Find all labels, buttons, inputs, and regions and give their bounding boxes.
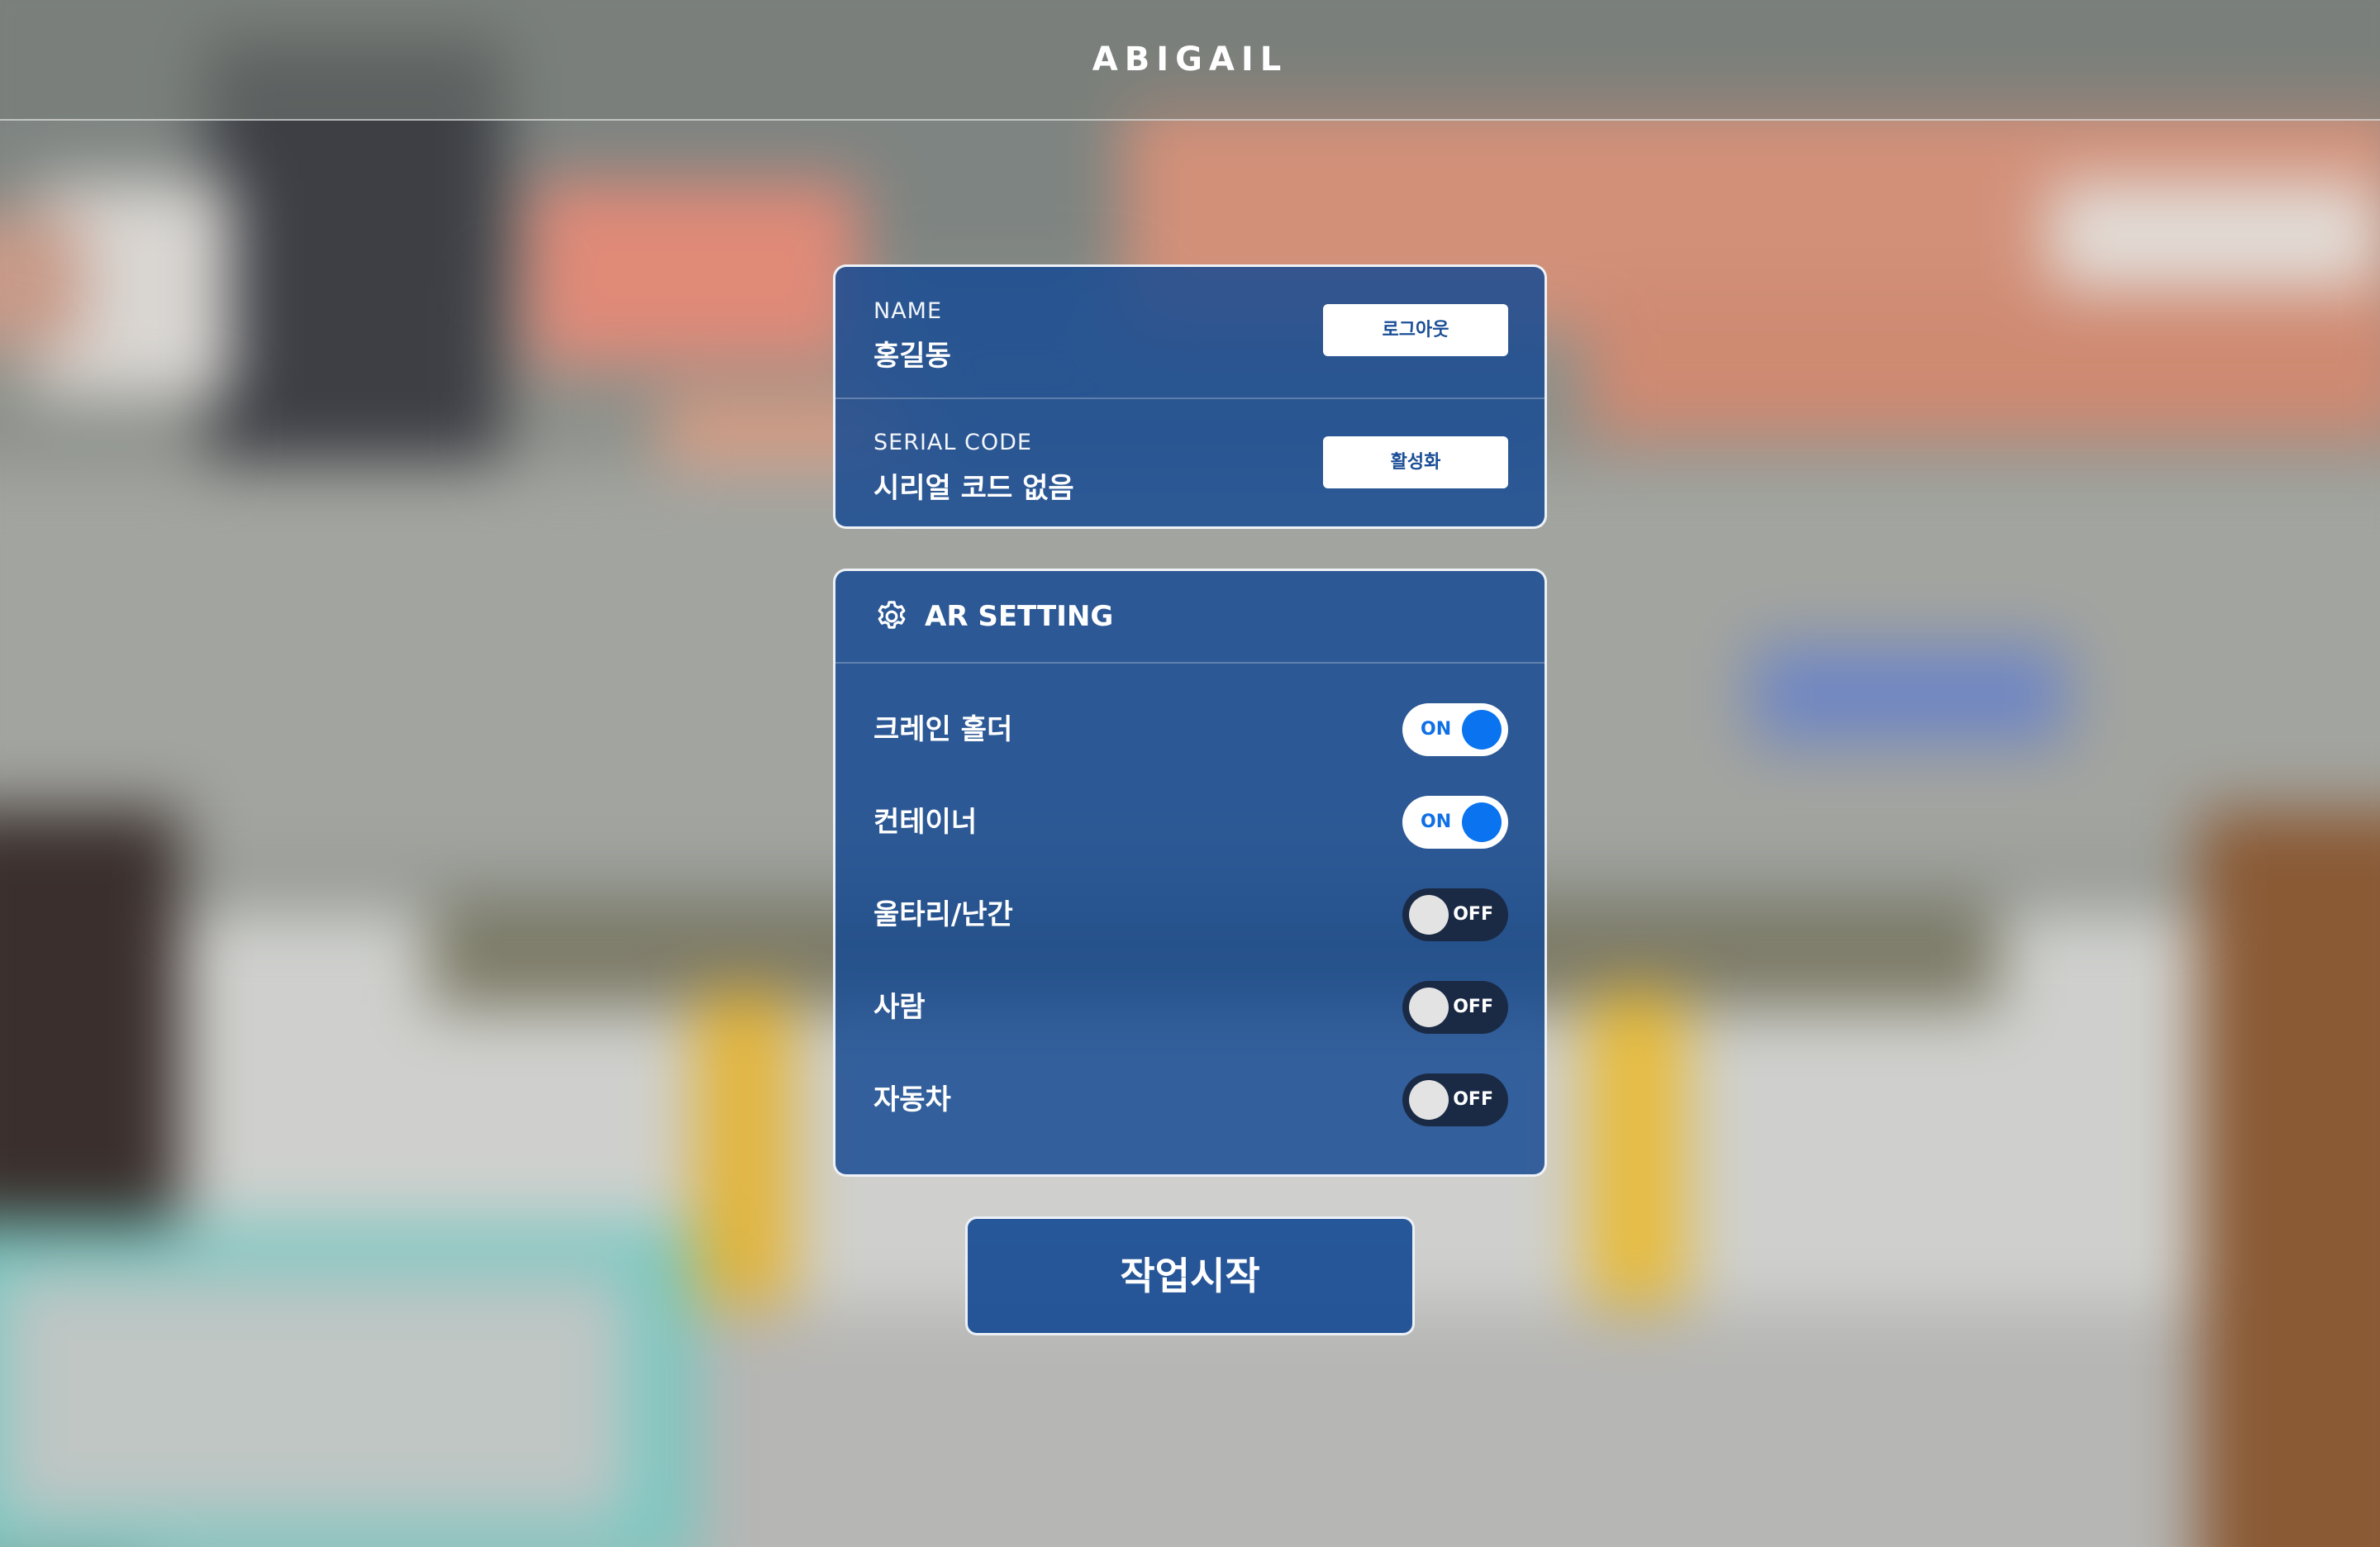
container-toggle[interactable]: ON: [1402, 796, 1508, 849]
ar-setting-title: AR SETTING: [925, 600, 1114, 633]
gear-icon: [878, 601, 906, 629]
setting-label: 울타리/난간: [873, 898, 1013, 931]
name-value: 홍길동: [873, 340, 951, 373]
toggle-knob: [1409, 1080, 1449, 1120]
name-row: NAME 홍길동 로그아웃: [835, 267, 1545, 399]
setting-row-fence-railing: 울타리/난간 OFF: [835, 869, 1545, 961]
crane-holder-toggle[interactable]: ON: [1402, 703, 1508, 756]
toggle-state-text: OFF: [1453, 1089, 1493, 1110]
serial-code-row: SERIAL CODE 시리얼 코드 없음 활성화: [835, 399, 1545, 530]
app-title: ABIGAIL: [1092, 40, 1288, 79]
background-shape: [0, 215, 83, 347]
logout-button[interactable]: 로그아웃: [1323, 304, 1508, 356]
background-shape: [1587, 289, 2380, 438]
activate-button[interactable]: 활성화: [1323, 436, 1508, 488]
toggle-state-text: ON: [1421, 719, 1452, 740]
background-shape: [1752, 645, 2066, 744]
name-label: NAME: [873, 298, 943, 324]
toggle-knob: [1462, 802, 1502, 842]
toggle-state-text: OFF: [1453, 904, 1493, 925]
top-bar: ABIGAIL: [0, 0, 2380, 121]
toggle-knob: [1409, 895, 1449, 935]
toggle-knob: [1462, 710, 1502, 750]
background-shape: [529, 182, 859, 364]
start-work-button[interactable]: 작업시작: [965, 1216, 1415, 1335]
setting-row-crane-holder: 크레인 홀더 ON: [835, 683, 1545, 776]
ar-setting-panel: AR SETTING 크레인 홀더 ON 컨테이너 ON 울타리/난간 OFF …: [833, 569, 1547, 1177]
setting-row-container: 컨테이너 ON: [835, 776, 1545, 869]
serial-code-value: 시리얼 코드 없음: [873, 472, 1074, 505]
toggle-state-text: OFF: [1453, 997, 1493, 1017]
fence-railing-toggle[interactable]: OFF: [1402, 888, 1508, 941]
account-panel: NAME 홍길동 로그아웃 SERIAL CODE 시리얼 코드 없음 활성화: [833, 264, 1547, 529]
setting-row-car: 자동차 OFF: [835, 1054, 1545, 1146]
setting-label: 컨테이너: [873, 806, 978, 839]
setting-row-person: 사람 OFF: [835, 961, 1545, 1054]
background-shape: [2198, 810, 2380, 1547]
toggle-state-text: ON: [1421, 812, 1452, 832]
background-shape: [0, 1273, 628, 1521]
person-toggle[interactable]: OFF: [1402, 981, 1508, 1034]
ar-setting-header: AR SETTING: [835, 571, 1545, 664]
toggle-knob: [1409, 988, 1449, 1027]
setting-label: 자동차: [873, 1083, 951, 1116]
setting-label: 크레인 홀더: [873, 713, 1013, 746]
car-toggle[interactable]: OFF: [1402, 1073, 1508, 1126]
setting-label: 사람: [873, 991, 926, 1024]
serial-code-label: SERIAL CODE: [873, 430, 1032, 455]
